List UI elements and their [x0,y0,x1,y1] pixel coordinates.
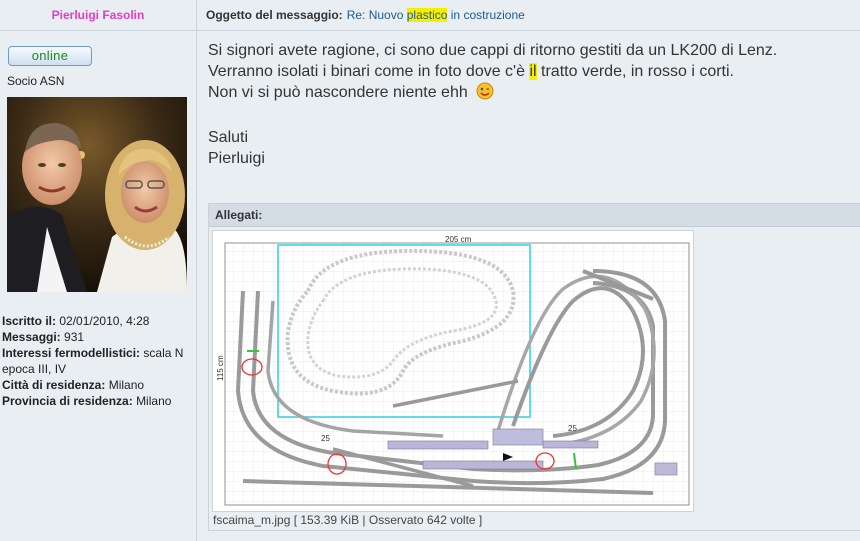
track-label-25-right: 25 [568,424,577,433]
width-dimension: 205 cm [445,235,472,244]
track-plan-image: 205 cm 115 cm 25 25 [216,235,690,506]
profile-info: Iscritto il: 02/01/2010, 4:28 Messaggi: … [2,313,192,409]
online-status-badge: online [8,46,92,66]
subject-highlight: plastico [406,8,448,22]
avatar [7,97,187,292]
message-line: Si signori avete ragione, ci sono due ca… [208,42,778,59]
profile-row: Iscritto il: 02/01/2010, 4:28 [2,314,150,328]
track-label-25-left: 25 [321,434,330,443]
post-panel: Oggetto del messaggio: Re: Nuovo plastic… [197,0,860,541]
profile-row: Interessi fermodellistici: scala N epoca… [2,346,184,376]
signature-greeting: Saluti [208,129,249,146]
attachment-caption: fscaima_m.jpg [ 153.39 KiB | Osservato 6… [213,513,483,527]
profile-row: Città di residenza: Milano [2,378,145,392]
wink-smiley-icon [476,82,494,106]
author-panel: Pierluigi Fasolin online Socio ASN Iscri… [0,0,197,541]
message-body: Si signori avete ragione, ci sono due ca… [208,40,848,169]
author-name[interactable]: Pierluigi Fasolin [52,8,145,22]
attachment-box: Allegati: 205 cm 115 cm 25 25 fscaima_m.… [208,203,860,531]
subject-link[interactable]: Re: Nuovo plastico in costruzione [347,8,525,22]
message-line: Non vi si può nascondere niente ehh [208,82,848,106]
message-highlight: il [529,63,537,80]
profile-row: Provincia di residenza: Milano [2,394,172,408]
subject-bar: Oggetto del messaggio: Re: Nuovo plastic… [197,0,860,31]
message-line: Verranno isolati i binari come in foto d… [208,63,734,80]
attachment-header: Allegati: [209,204,860,227]
author-header: Pierluigi Fasolin [0,0,196,31]
subject-label: Oggetto del messaggio: [206,8,343,22]
profile-row: Messaggi: 931 [2,330,85,344]
author-rank: Socio ASN [7,74,65,88]
height-dimension: 115 cm [216,355,225,381]
attachment-image[interactable]: 205 cm 115 cm 25 25 [212,230,694,512]
signature-name: Pierluigi [208,150,265,167]
